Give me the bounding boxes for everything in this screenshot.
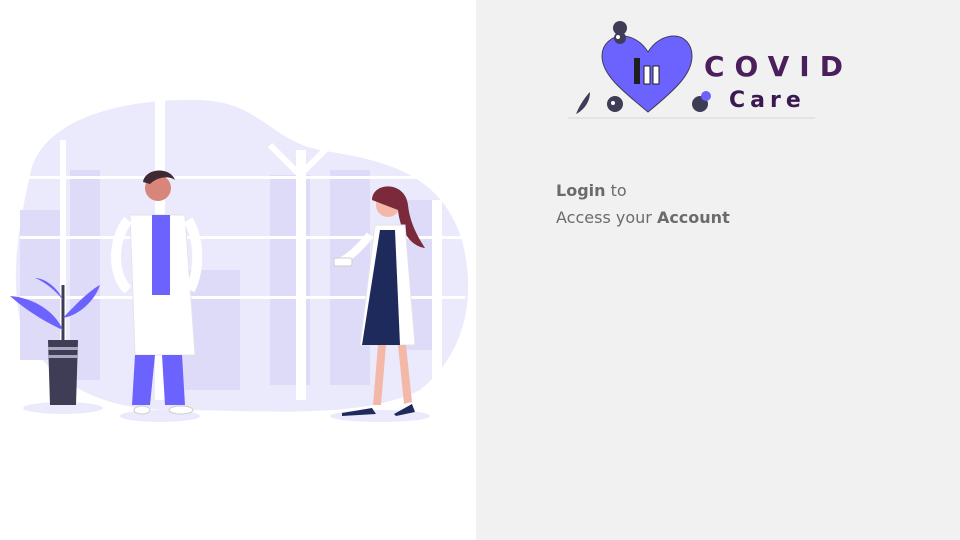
login-heading-line-2: Access your Account [556,204,730,231]
account-word: Account [656,208,730,227]
logo-subtitle: Care [729,88,806,113]
logo-title: COVID [704,50,853,83]
login-word: Login [556,181,606,200]
access-your-text: Access your [556,208,652,227]
login-heading: Login to Access your Account [556,177,730,231]
illustration-panel [0,0,476,540]
login-connector: to [610,181,627,200]
login-heading-line-1: Login to [556,177,730,204]
doctors-illustration [10,99,469,422]
